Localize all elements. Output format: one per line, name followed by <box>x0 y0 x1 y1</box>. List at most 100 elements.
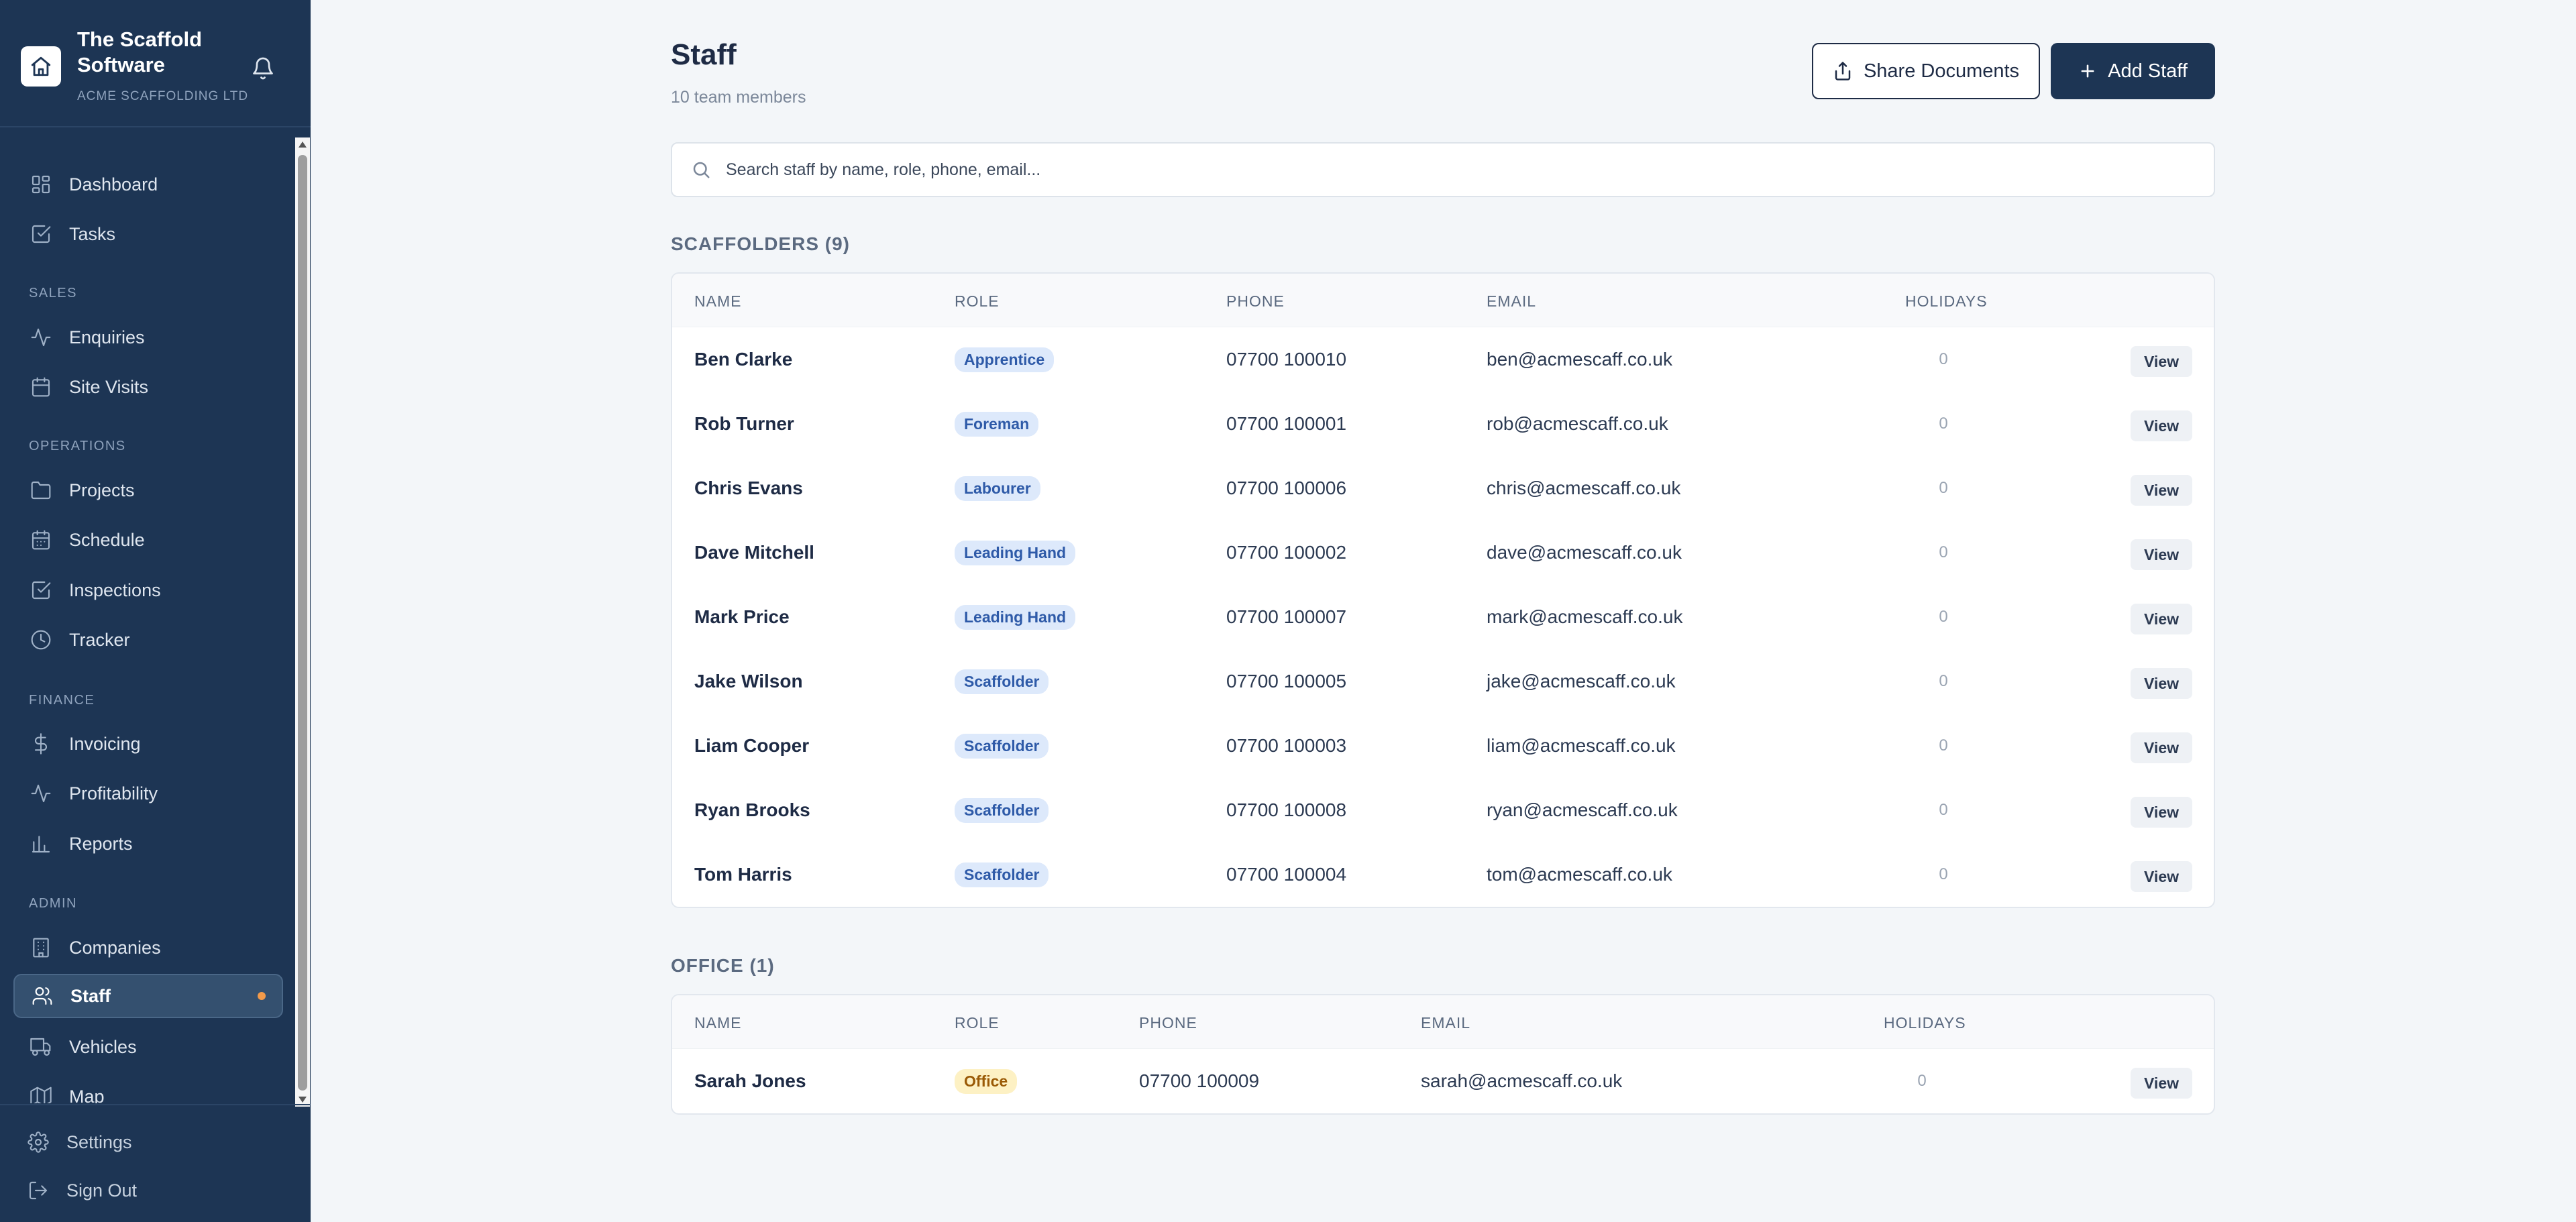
add-staff-label: Add Staff <box>2108 60 2188 82</box>
table-row: Mark Price Leading Hand 07700 100007 mark@a… <box>672 585 2214 649</box>
settings-label: Settings <box>66 1131 132 1152</box>
sidebar-item-site-visits[interactable]: Site Visits <box>13 365 283 409</box>
staff-holidays: 0 <box>1939 608 1948 626</box>
sidebar-item-tracker[interactable]: Tracker <box>13 618 283 662</box>
view-button[interactable]: View <box>2131 797 2192 828</box>
view-button[interactable]: View <box>2131 475 2192 506</box>
column-header-phone: PHONE <box>1139 1014 1197 1032</box>
view-button[interactable]: View <box>2131 346 2192 377</box>
share-documents-button[interactable]: Share Documents <box>1812 43 2040 99</box>
sidebar-item-label: Invoicing <box>69 733 141 754</box>
sidebar-item-dashboard[interactable]: Dashboard <box>13 162 283 207</box>
view-button[interactable]: View <box>2131 410 2192 441</box>
calendar-icon <box>30 529 52 551</box>
staff-name: Ben Clarke <box>694 349 793 370</box>
folder-icon <box>30 479 52 502</box>
bar-chart-icon <box>30 832 52 855</box>
staff-phone: 07700 100009 <box>1139 1070 1260 1091</box>
role-badge: Leading Hand <box>955 540 1076 565</box>
sidebar-item-schedule[interactable]: Schedule <box>13 518 283 562</box>
staff-name: Liam Cooper <box>694 735 810 756</box>
active-indicator-dot <box>258 992 266 1000</box>
sidebar-item-tasks[interactable]: Tasks <box>13 212 283 256</box>
sidebar: The Scaffold Software ACME SCAFFOLDING L… <box>0 0 311 1222</box>
staff-email: mark@acmescaff.co.uk <box>1487 606 1683 627</box>
view-button[interactable]: View <box>2131 539 2192 570</box>
staff-name: Sarah Jones <box>694 1070 806 1091</box>
staff-phone: 07700 100005 <box>1226 671 1347 691</box>
table-row: Chris Evans Labourer 07700 100006 chris@acm… <box>672 456 2214 520</box>
column-header-name: NAME <box>694 292 742 310</box>
staff-email: ben@acmescaff.co.uk <box>1487 349 1672 370</box>
sidebar-item-label: Companies <box>69 937 161 958</box>
role-cell: Leading Hand <box>955 520 1076 585</box>
sidebar-item-companies[interactable]: Companies <box>13 926 283 970</box>
staff-email: tom@acmescaff.co.uk <box>1487 864 1672 885</box>
column-header-role: ROLE <box>955 1014 1000 1032</box>
page-subtitle: 10 team members <box>671 88 806 107</box>
table-row: Sarah Jones Office 07700 100009 sarah@acmes… <box>672 1049 2214 1113</box>
clock-icon <box>30 628 52 651</box>
staff-email: sarah@acmescaff.co.uk <box>1421 1070 1623 1091</box>
table-row: Tom Harris Scaffolder 07700 100004 tom@acme… <box>672 842 2214 907</box>
sign-out-link[interactable]: Sign Out <box>11 1168 280 1213</box>
settings-link[interactable]: Settings <box>11 1120 280 1164</box>
staff-name: Rob Turner <box>694 413 794 434</box>
column-header-name: NAME <box>694 1014 742 1032</box>
sidebar-item-staff[interactable]: Staff <box>13 974 283 1018</box>
column-header-role: ROLE <box>955 292 1000 310</box>
add-staff-button[interactable]: Add Staff <box>2051 43 2215 99</box>
group-title-scaffolders: SCAFFOLDERS (9) <box>671 233 850 254</box>
staff-holidays: 0 <box>1917 1072 1927 1090</box>
sidebar-item-reports[interactable]: Reports <box>13 822 283 866</box>
sidebar-item-enquiries[interactable]: Enquiries <box>13 315 283 359</box>
table-header: NAME ROLE PHONE EMAIL HOLIDAYS <box>672 995 2214 1049</box>
scroll-down-icon[interactable] <box>299 1097 307 1103</box>
scroll-up-icon[interactable] <box>299 142 307 148</box>
staff-holidays: 0 <box>1939 672 1948 690</box>
staff-phone: 07700 100010 <box>1226 349 1347 370</box>
sidebar-item-map[interactable]: Map <box>13 1074 283 1103</box>
staff-holidays: 0 <box>1939 801 1948 819</box>
view-button[interactable]: View <box>2131 604 2192 634</box>
staff-email: rob@acmescaff.co.uk <box>1487 413 1668 434</box>
view-button[interactable]: View <box>2131 861 2192 892</box>
building-icon <box>30 936 52 959</box>
role-badge: Office <box>955 1068 1018 1094</box>
staff-holidays: 0 <box>1939 543 1948 561</box>
sidebar-scrollbar[interactable] <box>295 137 310 1107</box>
role-badge: Scaffolder <box>955 797 1049 823</box>
main-content: Staff 10 team members Share Documents Ad… <box>311 0 2576 1222</box>
staff-holidays: 0 <box>1939 865 1948 883</box>
sidebar-nav: Dashboard Tasks SALES Enquiries Site Vis… <box>0 127 311 1103</box>
view-button[interactable]: View <box>2131 1068 2192 1099</box>
sign-out-label: Sign Out <box>66 1180 138 1201</box>
column-header-email: EMAIL <box>1487 292 1537 310</box>
log-out-icon <box>27 1179 50 1202</box>
sidebar-item-label: Tracker <box>69 629 130 650</box>
search-box <box>671 142 2215 197</box>
table-row: Jake Wilson Scaffolder 07700 100005 jake@ac… <box>672 649 2214 714</box>
column-header-email: EMAIL <box>1421 1014 1471 1032</box>
sidebar-item-profitability[interactable]: Profitability <box>13 771 283 816</box>
view-button[interactable]: View <box>2131 732 2192 763</box>
sidebar-item-vehicles[interactable]: Vehicles <box>13 1025 283 1069</box>
sidebar-item-label: Projects <box>69 480 135 500</box>
table-row: Dave Mitchell Leading Hand 07700 100002 dav… <box>672 520 2214 585</box>
table-body: Sarah Jones Office 07700 100009 sarah@acmes… <box>672 1049 2214 1113</box>
dollar-icon <box>30 732 52 755</box>
sidebar-item-inspections[interactable]: Inspections <box>13 568 283 612</box>
sidebar-item-projects[interactable]: Projects <box>13 468 283 512</box>
staff-phone: 07700 100007 <box>1226 606 1347 627</box>
search-input[interactable] <box>726 144 2202 196</box>
view-button[interactable]: View <box>2131 668 2192 699</box>
sidebar-item-invoicing[interactable]: Invoicing <box>13 722 283 766</box>
scrollbar-thumb[interactable] <box>298 155 307 1091</box>
home-logo-icon <box>21 46 61 87</box>
role-badge: Apprentice <box>955 347 1055 372</box>
app-name: The Scaffold Software <box>77 27 203 76</box>
staff-holidays: 0 <box>1939 350 1948 368</box>
bell-icon[interactable] <box>248 54 278 83</box>
table-row: Ben Clarke Apprentice 07700 100010 ben@acme… <box>672 327 2214 392</box>
role-cell: Apprentice <box>955 327 1055 392</box>
